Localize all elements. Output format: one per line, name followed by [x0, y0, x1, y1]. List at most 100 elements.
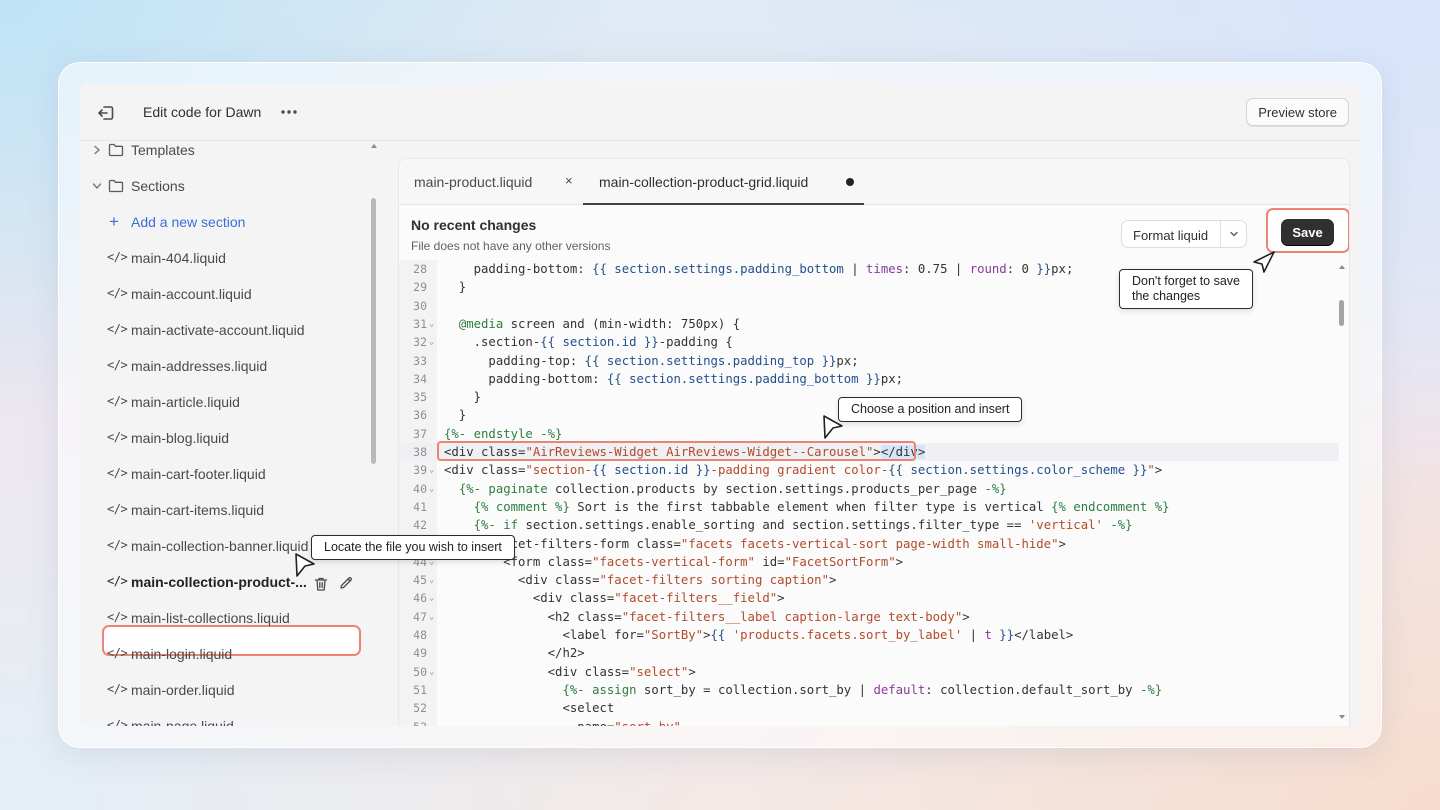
file-label: main-activate-account.liquid: [131, 322, 305, 338]
divider: [1220, 221, 1221, 247]
code-line: 46 ⌄ <div class="facet-filters__field">: [413, 591, 785, 606]
code-line: 40 ⌄ {%- paginate collection.products by …: [413, 481, 1007, 496]
code-file-icon: </>: [107, 430, 128, 444]
unsaved-dot-icon: [846, 178, 854, 186]
folder-label: Templates: [131, 142, 195, 158]
format-liquid-label: Format liquid: [1133, 228, 1209, 243]
file-item[interactable]: </> main-list-collections.liquid: [80, 603, 370, 633]
cursor-arrow-icon: [823, 415, 843, 439]
code-line: 50 ⌄ <div class="select">: [413, 664, 696, 679]
cursor-arrow-icon: [295, 553, 315, 577]
code-file-icon: </>: [107, 682, 128, 696]
sidebar-scroll-up-arrow[interactable]: [371, 144, 377, 148]
file-item[interactable]: </> main-article.liquid: [80, 387, 370, 417]
code-line: 33 padding-top: {{ section.settings.padd…: [413, 353, 859, 368]
code-line: 44 ⌄ <form class="facets-vertical-form" i…: [413, 554, 904, 569]
file-label: main-list-collections.liquid: [131, 610, 290, 626]
code-line: 53 name="sort_by": [399, 718, 1339, 727]
folder-icon: [108, 179, 124, 193]
save-reminder-callout: Don't forget to save the changes: [1119, 269, 1254, 309]
tab-label: main-collection-product-grid.liquid: [599, 174, 809, 190]
format-liquid-button[interactable]: Format liquid: [1121, 220, 1247, 248]
code-file-icon: </>: [107, 466, 128, 480]
file-item[interactable]: </> main-404.liquid: [80, 243, 370, 273]
status-title: No recent changes: [411, 217, 537, 233]
editor-tabs: main-product.liquid × main-collection-pr…: [399, 159, 1349, 205]
code-line: 34 padding-bottom: {{ section.settings.p…: [413, 371, 904, 386]
top-bar: Edit code for Dawn Preview store: [80, 84, 1361, 141]
file-item[interactable]: </> main-blog.liquid: [80, 423, 370, 453]
cursor-arrow-icon: [1253, 251, 1275, 273]
code-scroll-up-arrow[interactable]: [1339, 265, 1345, 269]
folder-icon: [108, 143, 124, 157]
file-item[interactable]: </> main-addresses.liquid: [80, 351, 370, 381]
code-line: 41 {% comment %} Sort is the first tabba…: [413, 499, 1170, 514]
folder-label: Sections: [131, 178, 185, 194]
file-item[interactable]: </> main-account.liquid: [80, 279, 370, 309]
file-label: main-404.liquid: [131, 250, 226, 266]
tab-main-collection-product-grid[interactable]: main-collection-product-grid.liquid: [599, 159, 808, 205]
save-button[interactable]: Save: [1281, 219, 1334, 246]
trash-icon[interactable]: [313, 576, 329, 592]
code-file-icon: </>: [107, 718, 128, 726]
sidebar-scrollbar[interactable]: [371, 198, 376, 464]
folder-sections[interactable]: Sections: [80, 171, 370, 201]
file-label: main-cart-footer.liquid: [131, 466, 266, 482]
file-item[interactable]: </> main-page.liquid: [80, 711, 370, 726]
add-section-link[interactable]: + Add a new section: [80, 207, 370, 237]
insert-position-highlight: [437, 441, 916, 461]
code-file-icon: </>: [107, 538, 128, 552]
page-title: Edit code for Dawn: [143, 104, 262, 120]
locate-file-callout: Locate the file you wish to insert: [311, 535, 515, 560]
code-scroll-down-arrow[interactable]: [1339, 715, 1345, 719]
code-line: 49 </h2>: [413, 646, 585, 661]
code-file-icon: </>: [107, 286, 128, 300]
preview-store-button[interactable]: Preview store: [1246, 98, 1349, 126]
code-line: 47 ⌄ <h2 class="facet-filters__label capt…: [413, 609, 970, 624]
file-label: main-login.liquid: [131, 646, 233, 662]
file-sidebar: Templates Sections + Add a new section <…: [80, 141, 380, 726]
file-item[interactable]: </> main-login.liquid: [80, 639, 370, 669]
code-editor[interactable]: 28 padding-bottom: {{ section.settings.p…: [399, 260, 1339, 726]
active-tab-indicator: [583, 203, 864, 205]
plus-icon: +: [109, 212, 119, 231]
code-file-icon: </>: [107, 250, 128, 264]
status-subtitle: File does not have any other versions: [411, 239, 611, 253]
code-line: 51 {%- assign sort_by = collection.sort_…: [413, 682, 1163, 697]
code-line: 42 {%- if section.settings.enable_sortin…: [413, 518, 1133, 533]
file-label: main-blog.liquid: [131, 430, 230, 446]
file-label: main-cart-items.liquid: [131, 502, 265, 518]
more-options-icon[interactable]: [278, 101, 300, 123]
pencil-icon[interactable]: [338, 575, 354, 591]
insert-position-callout: Choose a position and insert: [838, 397, 1023, 422]
file-label: main-article.liquid: [131, 394, 240, 410]
code-file-icon: </>: [107, 358, 128, 372]
folder-templates[interactable]: Templates: [80, 141, 370, 165]
code-file-icon: </>: [107, 394, 128, 408]
exit-icon[interactable]: [96, 103, 116, 123]
file-label: main-page.liquid: [131, 718, 234, 726]
editor-panel: main-product.liquid × main-collection-pr…: [398, 158, 1350, 726]
file-label: main-collection-product-...: [131, 574, 307, 590]
code-file-icon: </>: [107, 574, 128, 588]
code-file-icon: </>: [107, 502, 128, 516]
file-label: main-addresses.liquid: [131, 358, 268, 374]
tab-label: main-product.liquid: [414, 174, 533, 190]
add-section-label: Add a new section: [131, 214, 246, 230]
file-item[interactable]: </> main-order.liquid: [80, 675, 370, 705]
tab-main-product[interactable]: main-product.liquid: [414, 159, 532, 205]
chevron-down-icon: [92, 183, 102, 189]
file-item[interactable]: </> main-activate-account.liquid: [80, 315, 370, 345]
file-item[interactable]: </> main-cart-items.liquid: [80, 495, 370, 525]
code-scrollbar[interactable]: [1339, 300, 1344, 326]
chevron-right-icon: [94, 145, 100, 155]
code-file-icon: </>: [107, 646, 128, 660]
code-file-icon: </>: [107, 322, 128, 336]
code-line: 39 ⌄ <div class="section-{{ section.id }}-…: [413, 463, 1163, 478]
file-label: main-collection-banner.liquid: [131, 538, 309, 554]
file-item[interactable]: </> main-cart-footer.liquid: [80, 459, 370, 489]
tab-close-icon[interactable]: ×: [565, 173, 573, 188]
code-editor-window: Edit code for Dawn Preview store Templat…: [80, 84, 1361, 726]
code-line: 32 ⌄ .section-{{ section.id }}-padding {: [413, 335, 733, 350]
chevron-down-icon[interactable]: [1228, 228, 1240, 240]
